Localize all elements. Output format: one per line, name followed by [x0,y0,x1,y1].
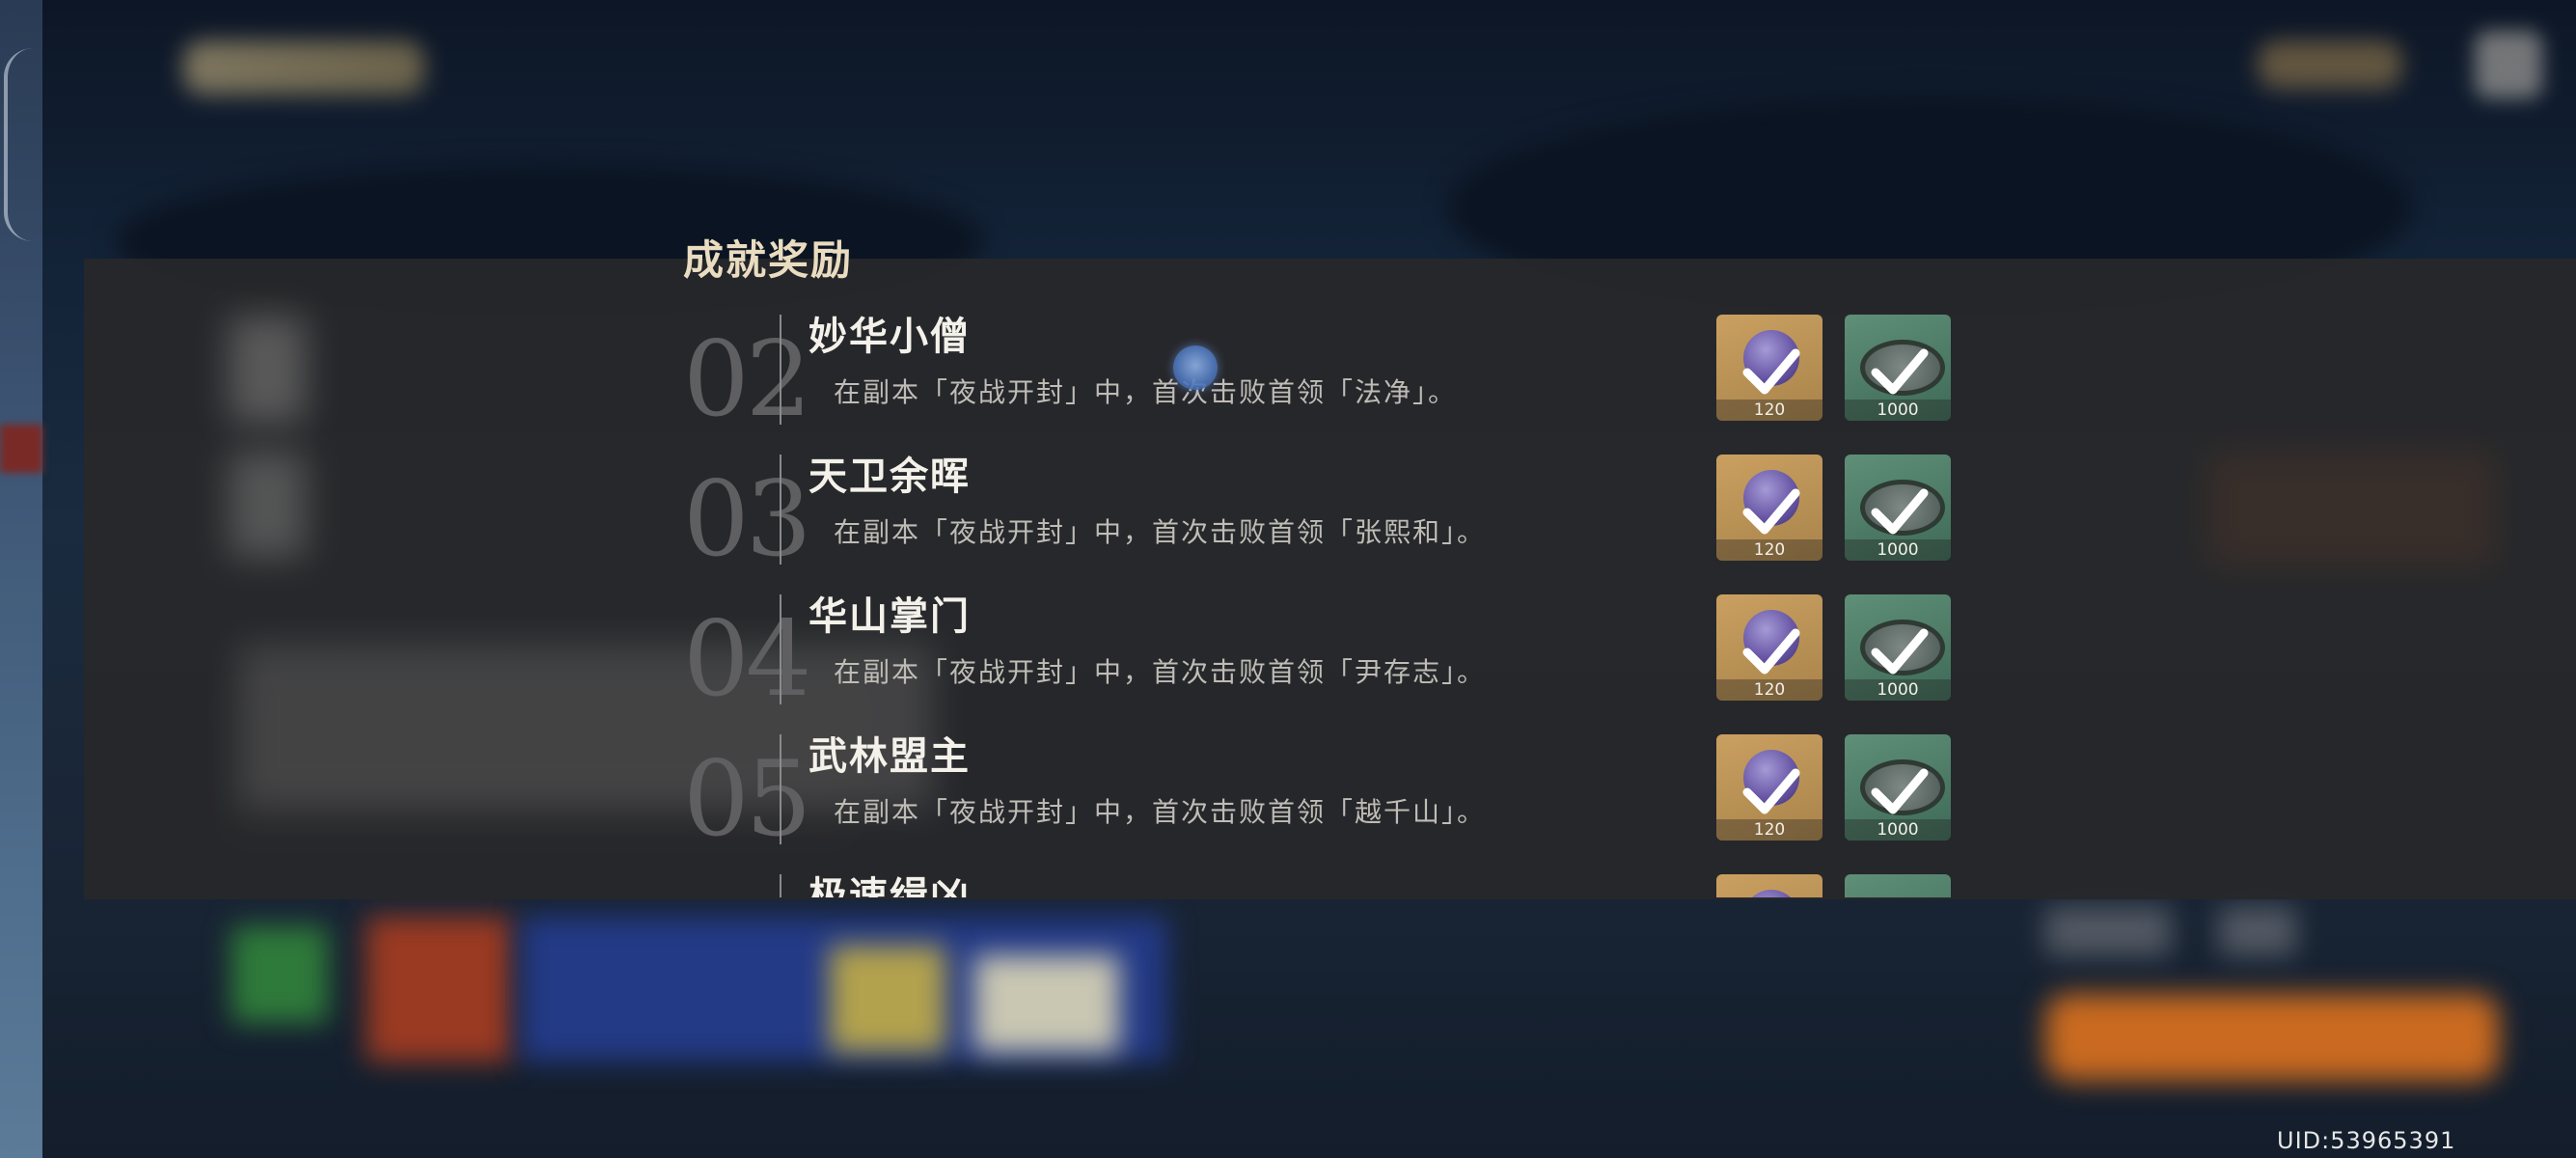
achievement-row: 05 武林盟主 在副本「夜战开封」中，首次击败首领「越千山」。 120 1000 [683,734,1957,873]
divider [780,734,781,844]
check-icon [1871,488,1929,535]
check-icon [1871,348,1929,395]
touch-cursor-indicator [1173,345,1218,390]
reward-item[interactable]: 1000 [1845,315,1951,421]
reward-item[interactable]: 120 [1716,455,1822,561]
achievement-name: 武林盟主 [808,733,971,779]
check-icon [1742,628,1800,675]
reward-item[interactable]: 1000 [1845,455,1951,561]
reward-item[interactable]: 1000 [1845,594,1951,701]
blurred-start-button [2045,994,2499,1081]
achievement-number: 05 [683,739,811,860]
achievement-list[interactable]: 02 妙华小僧 在副本「夜战开封」中，首次击败首领「法净」。 120 1000 … [683,315,1957,897]
reward-item[interactable]: 120 [1716,734,1822,841]
achievement-description: 在副本「夜战开封」中，首次击败首领「张熙和」。 [834,516,1487,548]
check-icon [1742,348,1800,395]
achievement-description: 在副本「夜战开封」中，首次击败首领「法净」。 [834,376,1458,408]
reward-quantity: 120 [1716,819,1822,841]
reward-item[interactable]: 1000 [1845,734,1951,841]
achievement-description: 在副本「夜战开封」中，首次击败首领「越千山」。 [834,796,1487,828]
achievement-name: 妙华小僧 [808,315,971,359]
reward-quantity: 120 [1716,539,1822,561]
achievement-row: 极速缉凶 [683,874,1957,897]
reward-item[interactable] [1845,874,1951,897]
achievement-row: 02 妙华小僧 在副本「夜战开封」中，首次击败首领「法净」。 120 1000 [683,315,1957,454]
achievement-name: 华山掌门 [808,593,971,639]
reward-quantity: 1000 [1845,539,1951,561]
reward-quantity: 120 [1716,400,1822,421]
achievement-number: 03 [683,459,811,580]
uid-label: UID:53965391 [2277,1127,2456,1154]
reward-quantity: 1000 [1845,679,1951,701]
achievement-row: 04 华山掌门 在副本「夜战开封」中，首次击败首领「尹存志」。 120 1000 [683,594,1957,733]
left-edge-strip [0,0,42,1158]
achievement-number: 04 [683,599,811,720]
reward-item[interactable]: 120 [1716,315,1822,421]
blurred-logo [183,41,425,95]
achievement-name: 天卫余晖 [808,454,971,499]
check-icon [1742,488,1800,535]
reward-item[interactable] [1716,874,1822,897]
divider [780,315,781,425]
check-icon [1871,768,1929,814]
achievement-number: 02 [683,319,811,440]
achievement-name: 极速缉凶 [808,873,971,898]
divider [780,455,781,565]
achievement-row: 03 天卫余晖 在副本「夜战开封」中，首次击败首领「张熙和」。 120 1000 [683,455,1957,593]
reward-item[interactable]: 120 [1716,594,1822,701]
check-icon [1742,768,1800,814]
blurred-close-button [2475,31,2542,98]
achievement-description: 在副本「夜战开封」中，首次击败首领「尹存志」。 [834,656,1487,688]
blurred-tile-green [232,926,328,1023]
blurred-currency [2258,41,2402,89]
purple-orb-icon [1743,890,1799,897]
reward-quantity: 120 [1716,679,1822,701]
reward-quantity: 1000 [1845,400,1951,421]
reward-quantity: 1000 [1845,819,1951,841]
divider [780,594,781,704]
section-title: 成就奖励 [683,236,854,284]
divider [780,874,781,897]
check-icon [1871,628,1929,675]
blurred-tile-red [367,917,511,1062]
